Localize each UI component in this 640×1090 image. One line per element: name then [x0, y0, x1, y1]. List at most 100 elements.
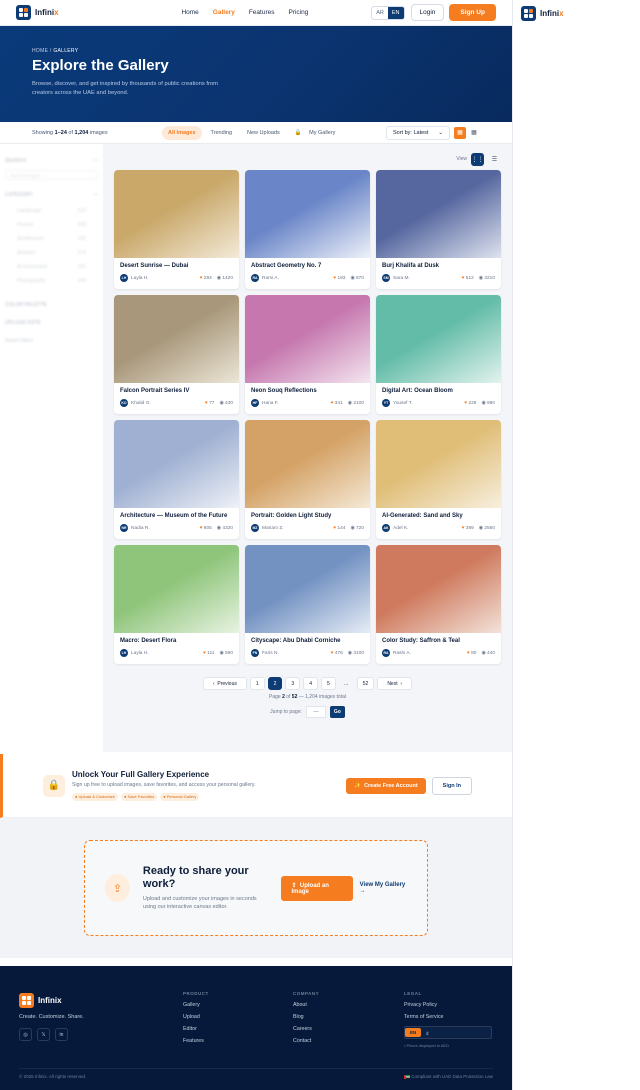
avatar[interactable]: AK	[382, 524, 390, 532]
card-thumbnail[interactable]	[376, 170, 501, 258]
page-button[interactable]: 5	[320, 677, 336, 690]
author-name[interactable]: Sara M.	[393, 276, 410, 281]
tab-all-images[interactable]: All Images	[162, 125, 202, 140]
filter-date-title[interactable]: UPLOAD DATE	[5, 320, 98, 326]
filter-search-input[interactable]: Search images...	[5, 170, 98, 180]
lang-ar-button[interactable]: AR	[372, 7, 388, 19]
login-button[interactable]: Login	[410, 4, 445, 21]
page-button[interactable]: 52	[356, 677, 375, 690]
brand-logo[interactable]: Infinix	[16, 5, 59, 20]
view-my-gallery-link[interactable]: View My Gallery →	[360, 882, 407, 894]
footer-lang-ar[interactable]: ع	[421, 1028, 434, 1038]
card-thumbnail[interactable]	[245, 295, 370, 383]
footer-link[interactable]: Terms of Service	[404, 1014, 492, 1020]
mobile-brand-logo[interactable]: Infinix	[521, 5, 564, 21]
gallery-card[interactable]: Cityscape: Abu Dhabi Corniche FN Faris N. ♥…	[245, 545, 370, 664]
likes-count[interactable]: ♥ 77	[205, 401, 215, 406]
card-thumbnail[interactable]	[114, 170, 239, 258]
avatar[interactable]: RA	[382, 649, 390, 657]
nav-link-home[interactable]: Home	[181, 9, 198, 16]
filter-palette-title[interactable]: COLOR PALETTE	[5, 302, 98, 308]
likes-count[interactable]: ♥ 341	[331, 401, 343, 406]
instagram-icon[interactable]: ◎	[19, 1028, 32, 1041]
footer-link[interactable]: Gallery	[183, 1002, 209, 1008]
reset-filters-button[interactable]: Reset Filters	[5, 338, 98, 344]
gallery-card[interactable]: Falcon Portrait Series IV KO Khalid O. ♥ 77…	[114, 295, 239, 414]
likes-count[interactable]: ♥ 399	[462, 526, 474, 531]
filter-category-item[interactable]: Photography 104	[5, 274, 98, 288]
likes-count[interactable]: ♥ 144	[333, 526, 345, 531]
footer-link[interactable]: Blog	[293, 1014, 319, 1020]
filter-category-item[interactable]: Landscape 312	[5, 204, 98, 218]
author-name[interactable]: Mariam Z.	[262, 526, 284, 531]
gallery-card[interactable]: Color Study: Saffron & Teal RA Rashi A. ♥ 8…	[376, 545, 501, 664]
card-thumbnail[interactable]	[245, 170, 370, 258]
avatar[interactable]: RA	[251, 274, 259, 282]
avatar[interactable]: LH	[120, 649, 128, 657]
avatar[interactable]: HF	[251, 399, 259, 407]
author-name[interactable]: Layla H.	[131, 276, 149, 281]
list-layout-icon[interactable]: ☰	[488, 153, 501, 166]
page-button[interactable]: 4	[303, 677, 318, 690]
page-button[interactable]: 1	[249, 677, 265, 690]
gallery-card[interactable]: Abstract Geometry No. 7 RA Rami A. ♥ 193 ◉ 8…	[245, 170, 370, 289]
footer-link[interactable]: Contact	[293, 1038, 319, 1044]
card-thumbnail[interactable]	[114, 295, 239, 383]
jump-page-input[interactable]: —	[305, 706, 326, 718]
footer-lang-en[interactable]: EN	[405, 1028, 422, 1037]
likes-count[interactable]: ♥ 605	[200, 526, 212, 531]
tab-trending[interactable]: Trending	[205, 126, 239, 140]
footer-link[interactable]: About	[293, 1002, 319, 1008]
footer-link[interactable]: Upload	[183, 1014, 209, 1020]
promo-signin-button[interactable]: Sign In	[431, 776, 472, 795]
likes-count[interactable]: ♥ 284	[200, 276, 212, 281]
nav-link-pricing[interactable]: Pricing	[288, 9, 308, 16]
likes-count[interactable]: ♥ 512	[462, 276, 474, 281]
gallery-card[interactable]: Neon Souq Reflections HF Hana F. ♥ 341 ◉ 210…	[245, 295, 370, 414]
page-button-current[interactable]: 2	[267, 677, 283, 690]
sort-select[interactable]: Sort by: Latest ⌄	[386, 125, 450, 140]
tab-new-uploads[interactable]: New Uploads	[241, 126, 286, 140]
breadcrumb-home[interactable]: HOME	[32, 48, 48, 54]
avatar[interactable]: NR	[120, 524, 128, 532]
likes-count[interactable]: ♥ 476	[331, 651, 343, 656]
signup-button[interactable]: Sign Up	[449, 4, 496, 21]
nav-link-gallery[interactable]: Gallery	[213, 9, 235, 16]
author-name[interactable]: Rami A.	[262, 276, 279, 281]
footer-link[interactable]: Editor	[183, 1026, 209, 1032]
grid-layout-icon[interactable]: ⋮⋮	[471, 152, 484, 166]
author-name[interactable]: Nadia R.	[131, 526, 150, 531]
filter-category-item[interactable]: Architecture 195	[5, 232, 98, 246]
filter-category-item[interactable]: AI-Generated 151	[5, 260, 98, 274]
gallery-card[interactable]: Desert Sunrise — Dubai LH Layla H. ♥ 284 ◉ 1…	[114, 170, 239, 289]
card-thumbnail[interactable]	[114, 420, 239, 508]
gallery-card[interactable]: Burj Khalifa at Dusk SM Sara M. ♥ 512 ◉ 3210	[376, 170, 501, 289]
gallery-card[interactable]: Architecture — Museum of the Future NR Nad…	[114, 420, 239, 539]
jump-go-button[interactable]: Go	[329, 706, 345, 718]
author-name[interactable]: Adel K.	[393, 526, 408, 531]
linkedin-icon[interactable]: in	[55, 1028, 68, 1041]
gallery-card[interactable]: Portrait: Golden Light Study MZ Mariam Z. ♥…	[245, 420, 370, 539]
likes-count[interactable]: ♥ 111	[203, 651, 215, 656]
author-name[interactable]: Faris N.	[262, 651, 279, 656]
create-account-button[interactable]: ✨ Create Free Account	[346, 777, 426, 794]
author-name[interactable]: Hana F.	[262, 401, 279, 406]
next-page-button[interactable]: Next ›	[377, 677, 413, 690]
gallery-card[interactable]: Digital Art: Ocean Bloom YT Yousef T. ♥ 228…	[376, 295, 501, 414]
author-name[interactable]: Rashi A.	[393, 651, 411, 656]
footer-logo[interactable]: Infinix	[19, 993, 84, 1008]
author-name[interactable]: Layla H.	[131, 651, 149, 656]
author-name[interactable]: Khalid O.	[131, 401, 151, 406]
gallery-card[interactable]: Macro: Desert Flora LH Layla H. ♥ 111 ◉ 590	[114, 545, 239, 664]
likes-count[interactable]: ♥ 193	[333, 276, 345, 281]
card-thumbnail[interactable]	[376, 545, 501, 633]
card-thumbnail[interactable]	[376, 420, 501, 508]
filter-category-item[interactable]: Abstract 174	[5, 246, 98, 260]
x-icon[interactable]: 𝕏	[37, 1028, 50, 1041]
filter-category-item[interactable]: Portrait 268	[5, 218, 98, 232]
footer-link[interactable]: Privacy Policy	[404, 1002, 492, 1008]
avatar[interactable]: KO	[120, 399, 128, 407]
nav-link-features[interactable]: Features	[249, 9, 275, 16]
avatar[interactable]: YT	[382, 399, 390, 407]
card-thumbnail[interactable]	[245, 420, 370, 508]
